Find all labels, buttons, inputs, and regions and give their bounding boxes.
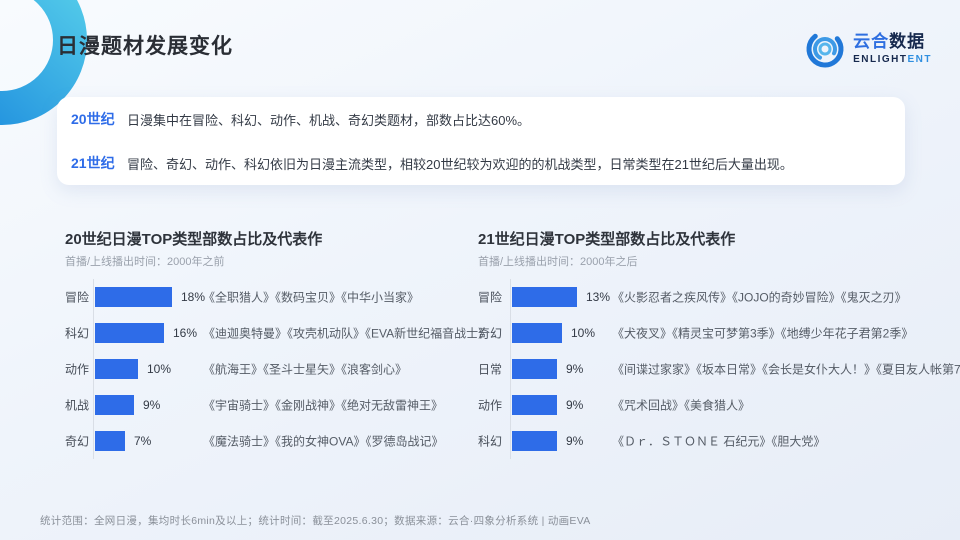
chart-row: 冒险 13%《火影忍者之疾风传》《JOJO的奇妙冒险》《鬼灭之刃》 <box>478 279 950 315</box>
representative-works: 《宇宙骑士》《金刚战神》《绝对无敌雷神王》 <box>203 397 443 414</box>
page-title: 日漫题材发展变化 <box>57 30 233 60</box>
chart-row: 动作 9% 《咒术回战》《美食猎人》 <box>478 387 950 423</box>
summary-text: 日漫集中在冒险、科幻、动作、机战、奇幻类题材，部数占比达60%。 <box>127 110 530 129</box>
chart-subtitle: 首播/上线播出时间：2000年之前 <box>65 254 467 270</box>
bar <box>512 395 557 415</box>
bar <box>95 359 138 379</box>
category-label: 科幻 <box>65 325 89 342</box>
category-label: 奇幻 <box>478 325 502 342</box>
bar <box>95 395 134 415</box>
logo-name-cn: 云合数据 <box>853 33 932 52</box>
summary-row-20th: 20世纪 日漫集中在冒险、科幻、动作、机战、奇幻类题材，部数占比达60%。 <box>71 97 891 141</box>
representative-works: 《咒术回战》《美食猎人》 <box>612 397 750 414</box>
bar <box>512 431 557 451</box>
value-label: 16% <box>173 326 197 340</box>
bar <box>512 287 577 307</box>
representative-works: 《全职猎人》《数码宝贝》《中华小当家》 <box>203 289 419 306</box>
value-label: 13% <box>586 290 610 304</box>
value-label: 10% <box>147 362 171 376</box>
chart-row: 奇幻 10% 《犬夜叉》《精灵宝可梦第3季》《地缚少年花子君第2季》 <box>478 315 950 351</box>
representative-works: 《犬夜叉》《精灵宝可梦第3季》《地缚少年花子君第2季》 <box>612 325 913 342</box>
category-label: 奇幻 <box>65 433 89 450</box>
category-label: 冒险 <box>65 289 89 306</box>
chart-row: 冒险 18%《全职猎人》《数码宝贝》《中华小当家》 <box>65 279 467 315</box>
chart-title: 20世纪日漫TOP类型部数占比及代表作 <box>65 230 467 250</box>
bar <box>512 323 562 343</box>
chart-rows: 冒险18%《全职猎人》《数码宝贝》《中华小当家》科幻16%《迪迦奥特曼》《攻壳机… <box>65 279 467 459</box>
chart-row: 日常9%《间谍过家家》《坂本日常》《会长是女仆大人！》《夏目友人帐第7季》 <box>478 351 950 387</box>
category-label: 机战 <box>65 397 89 414</box>
bar <box>95 431 125 451</box>
summary-row-21st: 21世纪 冒险、奇幻、动作、科幻依旧为日漫主流类型，相较20世纪较为欢迎的的机战… <box>71 141 891 185</box>
representative-works: 《火影忍者之疾风传》《JOJO的奇妙冒险》《鬼灭之刃》 <box>612 289 907 306</box>
representative-works: 《Ｄｒ．ＳＴＯＮＥ 石纪元》《胆大党》 <box>612 433 825 450</box>
value-label: 9% <box>566 398 583 412</box>
footer-note: 统计范围：全网日漫，集均时长6min及以上；统计时间：截至2025.6.30；数… <box>40 513 591 528</box>
logo-name-en: ENLIGHTENT <box>853 54 932 65</box>
chart-title: 21世纪日漫TOP类型部数占比及代表作 <box>478 230 950 250</box>
summary-card: 20世纪 日漫集中在冒险、科幻、动作、机战、奇幻类题材，部数占比达60%。 21… <box>57 97 905 185</box>
value-label: 9% <box>143 398 160 412</box>
chart-rows: 冒险 13%《火影忍者之疾风传》《JOJO的奇妙冒险》《鬼灭之刃》奇幻 10% 《犬夜… <box>478 279 950 459</box>
enlightent-logo-icon <box>804 28 846 70</box>
category-label: 动作 <box>478 397 502 414</box>
logo: 云合数据 ENLIGHTENT <box>804 28 932 70</box>
value-label: 18% <box>181 290 205 304</box>
value-label: 7% <box>134 434 151 448</box>
bar <box>95 323 164 343</box>
value-label: 9% <box>566 362 583 376</box>
chart-20th-century: 20世纪日漫TOP类型部数占比及代表作 首播/上线播出时间：2000年之前 冒险… <box>65 230 467 459</box>
representative-works: 《间谍过家家》《坂本日常》《会长是女仆大人！》《夏目友人帐第7季》 <box>612 361 960 378</box>
bar <box>512 359 557 379</box>
chart-row: 动作 10% 《航海王》《圣斗士星矢》《浪客剑心》 <box>65 351 467 387</box>
chart-row: 科幻16%《迪迦奥特曼》《攻壳机动队》《EVA新世纪福音战士》 <box>65 315 467 351</box>
era-label: 21世纪 <box>71 153 127 173</box>
category-label: 动作 <box>65 361 89 378</box>
chart-row: 奇幻 7% 《魔法骑士》《我的女神OVA》《罗德岛战记》 <box>65 423 467 459</box>
representative-works: 《魔法骑士》《我的女神OVA》《罗德岛战记》 <box>203 433 443 450</box>
chart-21st-century: 21世纪日漫TOP类型部数占比及代表作 首播/上线播出时间：2000年之后 冒险… <box>478 230 950 459</box>
slide: 日漫题材发展变化 云合数据 ENLIGHTENT 20世纪 日漫集中在冒险、科幻… <box>0 0 960 540</box>
logo-text: 云合数据 ENLIGHTENT <box>853 33 932 65</box>
chart-row: 科幻 9% 《Ｄｒ．ＳＴＯＮＥ 石纪元》《胆大党》 <box>478 423 950 459</box>
summary-text: 冒险、奇幻、动作、科幻依旧为日漫主流类型，相较20世纪较为欢迎的的机战类型，日常… <box>127 154 793 173</box>
value-label: 10% <box>571 326 595 340</box>
representative-works: 《迪迦奥特曼》《攻壳机动队》《EVA新世纪福音战士》 <box>203 325 490 342</box>
representative-works: 《航海王》《圣斗士星矢》《浪客剑心》 <box>203 361 407 378</box>
category-label: 冒险 <box>478 289 502 306</box>
chart-subtitle: 首播/上线播出时间：2000年之后 <box>478 254 950 270</box>
value-label: 9% <box>566 434 583 448</box>
era-label: 20世纪 <box>71 109 127 129</box>
chart-row: 机战 9% 《宇宙骑士》《金刚战神》《绝对无敌雷神王》 <box>65 387 467 423</box>
bar <box>95 287 172 307</box>
category-label: 日常 <box>478 361 502 378</box>
category-label: 科幻 <box>478 433 502 450</box>
